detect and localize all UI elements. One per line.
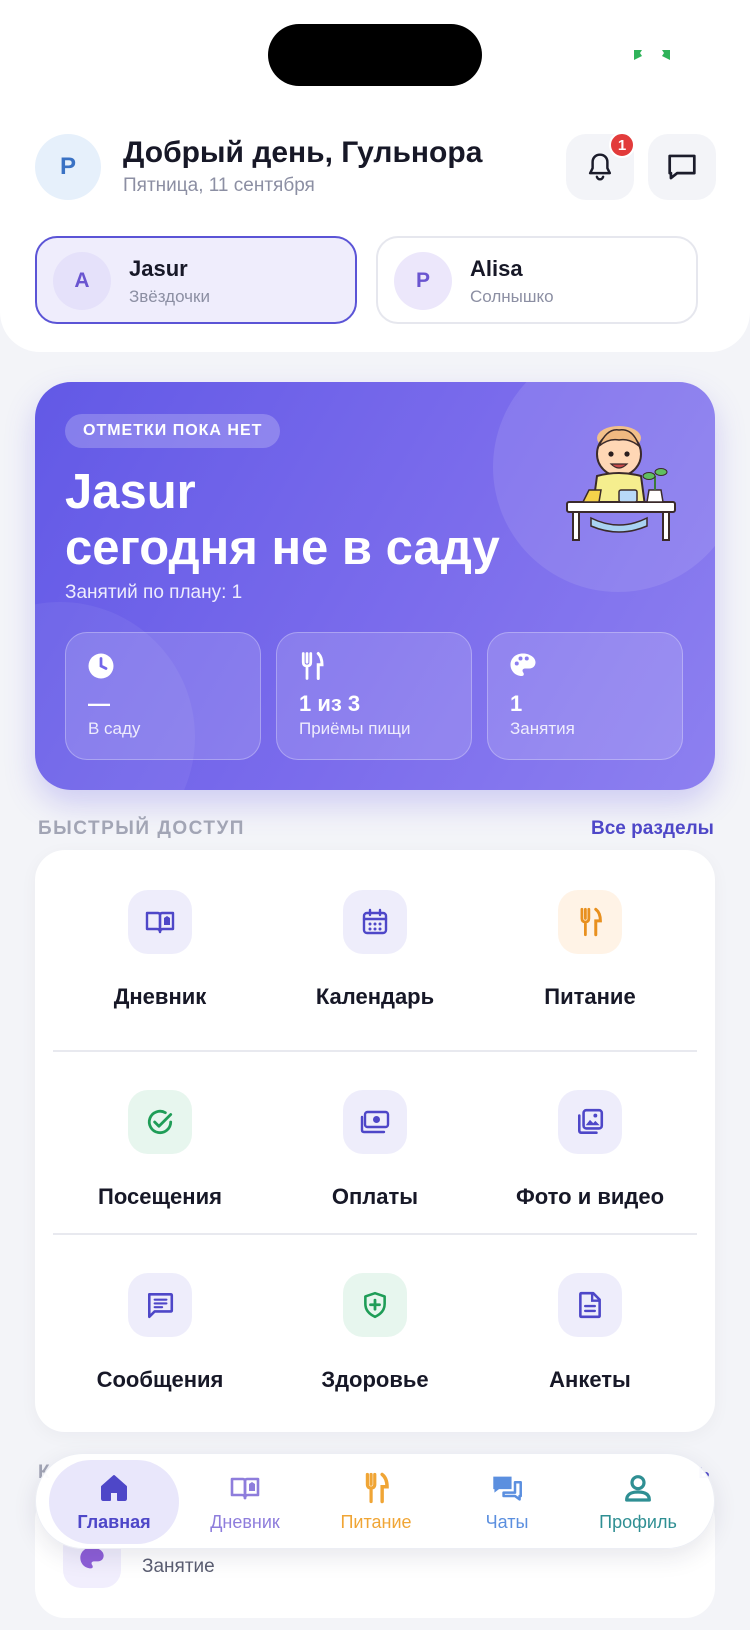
- child-avatar: P: [394, 252, 452, 310]
- tile-label: Фото и видео: [515, 1184, 665, 1209]
- shield-plus-icon: [343, 1273, 407, 1337]
- child-name: Alisa: [470, 256, 523, 281]
- activity-label: Занятие: [142, 1556, 215, 1577]
- tab-profile[interactable]: Профиль: [573, 1460, 703, 1544]
- stat-label: Занятия: [510, 719, 575, 738]
- tile-label: Посещения: [98, 1184, 222, 1209]
- photo-icon: [558, 1090, 622, 1154]
- hero-title-status: сегодня не в саду: [65, 521, 500, 575]
- quick-diary[interactable]: Дневник: [53, 850, 267, 1032]
- child-name: Jasur: [129, 256, 188, 281]
- grid-row: Дневник Календарь Питание: [53, 850, 697, 1032]
- tab-diary[interactable]: Дневник: [180, 1460, 310, 1544]
- hero-title: Jasur сегодня не в саду: [65, 464, 500, 576]
- home-icon: [101, 1475, 127, 1501]
- quick-media[interactable]: Фото и видео: [483, 1050, 697, 1232]
- grid-row: Сообщения Здоровье Анкеты: [53, 1233, 697, 1415]
- bell-icon: [588, 153, 612, 181]
- greeting-title: Добрый день, Гульнора: [123, 136, 483, 169]
- tab-label: Питание: [340, 1512, 412, 1532]
- attendance-status-pill: ОТМЕТКИ ПОКА НЕТ: [65, 414, 281, 448]
- chats-icon: [493, 1476, 522, 1501]
- stat-value: 1: [510, 691, 523, 716]
- calendar-icon: [343, 890, 407, 954]
- child-card-alisa[interactable]: P Alisa Солнышко: [376, 236, 698, 324]
- quick-access-title: БЫСТРЫЙ ДОСТУП: [38, 818, 245, 839]
- grid-row: Посещения Оплаты Фото и видео: [53, 1050, 697, 1232]
- book-icon: [128, 890, 192, 954]
- quick-calendar[interactable]: Календарь: [268, 850, 482, 1032]
- bottom-tab-bar: Главная Дневник Питание Чаты Профиль: [35, 1453, 715, 1549]
- child-card-jasur[interactable]: A Jasur Звёздочки: [35, 236, 357, 324]
- tab-home[interactable]: Главная: [49, 1460, 179, 1544]
- utensils-icon: [301, 652, 324, 680]
- tab-chats[interactable]: Чаты: [442, 1460, 572, 1544]
- tile-label: Сообщения: [96, 1367, 224, 1392]
- stat-activities: 1 Занятия: [487, 632, 683, 760]
- tile-label: Здоровье: [321, 1367, 429, 1392]
- quick-forms[interactable]: Анкеты: [483, 1233, 697, 1415]
- money-icon: [343, 1090, 407, 1154]
- stat-label: Приёмы пищи: [299, 719, 411, 738]
- tab-label: Чаты: [485, 1512, 529, 1532]
- hero-title-name: Jasur: [65, 465, 196, 519]
- quick-payments[interactable]: Оплаты: [268, 1050, 482, 1232]
- tab-label: Главная: [77, 1512, 151, 1532]
- tile-label: Анкеты: [549, 1367, 631, 1392]
- quick-access-grid: Дневник Календарь Питание Посещения Опла…: [35, 850, 715, 1432]
- user-icon: [625, 1475, 651, 1502]
- quick-attendance[interactable]: Посещения: [53, 1050, 267, 1232]
- notification-badge: 1: [609, 132, 635, 158]
- dynamic-island: [268, 24, 482, 86]
- stat-meals: 1 из 3 Приёмы пищи: [276, 632, 472, 760]
- quick-nutrition[interactable]: Питание: [483, 850, 697, 1032]
- tab-label: Дневник: [210, 1512, 280, 1532]
- tile-label: Питание: [544, 984, 636, 1009]
- utensils-icon: [558, 890, 622, 954]
- book-icon: [230, 1477, 260, 1500]
- planned-activities-text: Занятий по плану: 1: [65, 582, 243, 603]
- check-circle-icon: [128, 1090, 192, 1154]
- all-sections-link[interactable]: Все разделы: [591, 818, 714, 840]
- child-group: Звёздочки: [129, 287, 210, 306]
- messages-button[interactable]: [648, 134, 716, 200]
- message-icon: [128, 1273, 192, 1337]
- today-status-card[interactable]: ОТМЕТКИ ПОКА НЕТ Jasur сегодня не в саду…: [35, 382, 715, 790]
- tab-nutrition[interactable]: Питание: [311, 1460, 441, 1544]
- utensils-icon: [365, 1472, 389, 1504]
- child-group: Солнышко: [470, 287, 554, 306]
- tile-label: Дневник: [113, 984, 207, 1009]
- stat-value: —: [88, 691, 110, 716]
- tile-label: Оплаты: [331, 1184, 419, 1209]
- chat-bubble-icon: [668, 154, 696, 180]
- current-date: Пятница, 11 сентября: [123, 175, 315, 196]
- child-playing-illustration: [566, 426, 676, 541]
- status-indicator-icon: [634, 50, 670, 60]
- quick-health[interactable]: Здоровье: [268, 1233, 482, 1415]
- document-icon: [558, 1273, 622, 1337]
- stat-label: В саду: [88, 719, 141, 738]
- user-avatar[interactable]: Р: [35, 134, 101, 200]
- tile-label: Календарь: [315, 984, 435, 1009]
- tab-label: Профиль: [599, 1512, 677, 1532]
- stat-in-kindergarten: — В саду: [65, 632, 261, 760]
- quick-messages[interactable]: Сообщения: [53, 1233, 267, 1415]
- clock-icon: [88, 653, 114, 679]
- child-avatar: A: [53, 252, 111, 310]
- stat-value: 1 из 3: [299, 691, 361, 716]
- palette-icon: [510, 653, 536, 676]
